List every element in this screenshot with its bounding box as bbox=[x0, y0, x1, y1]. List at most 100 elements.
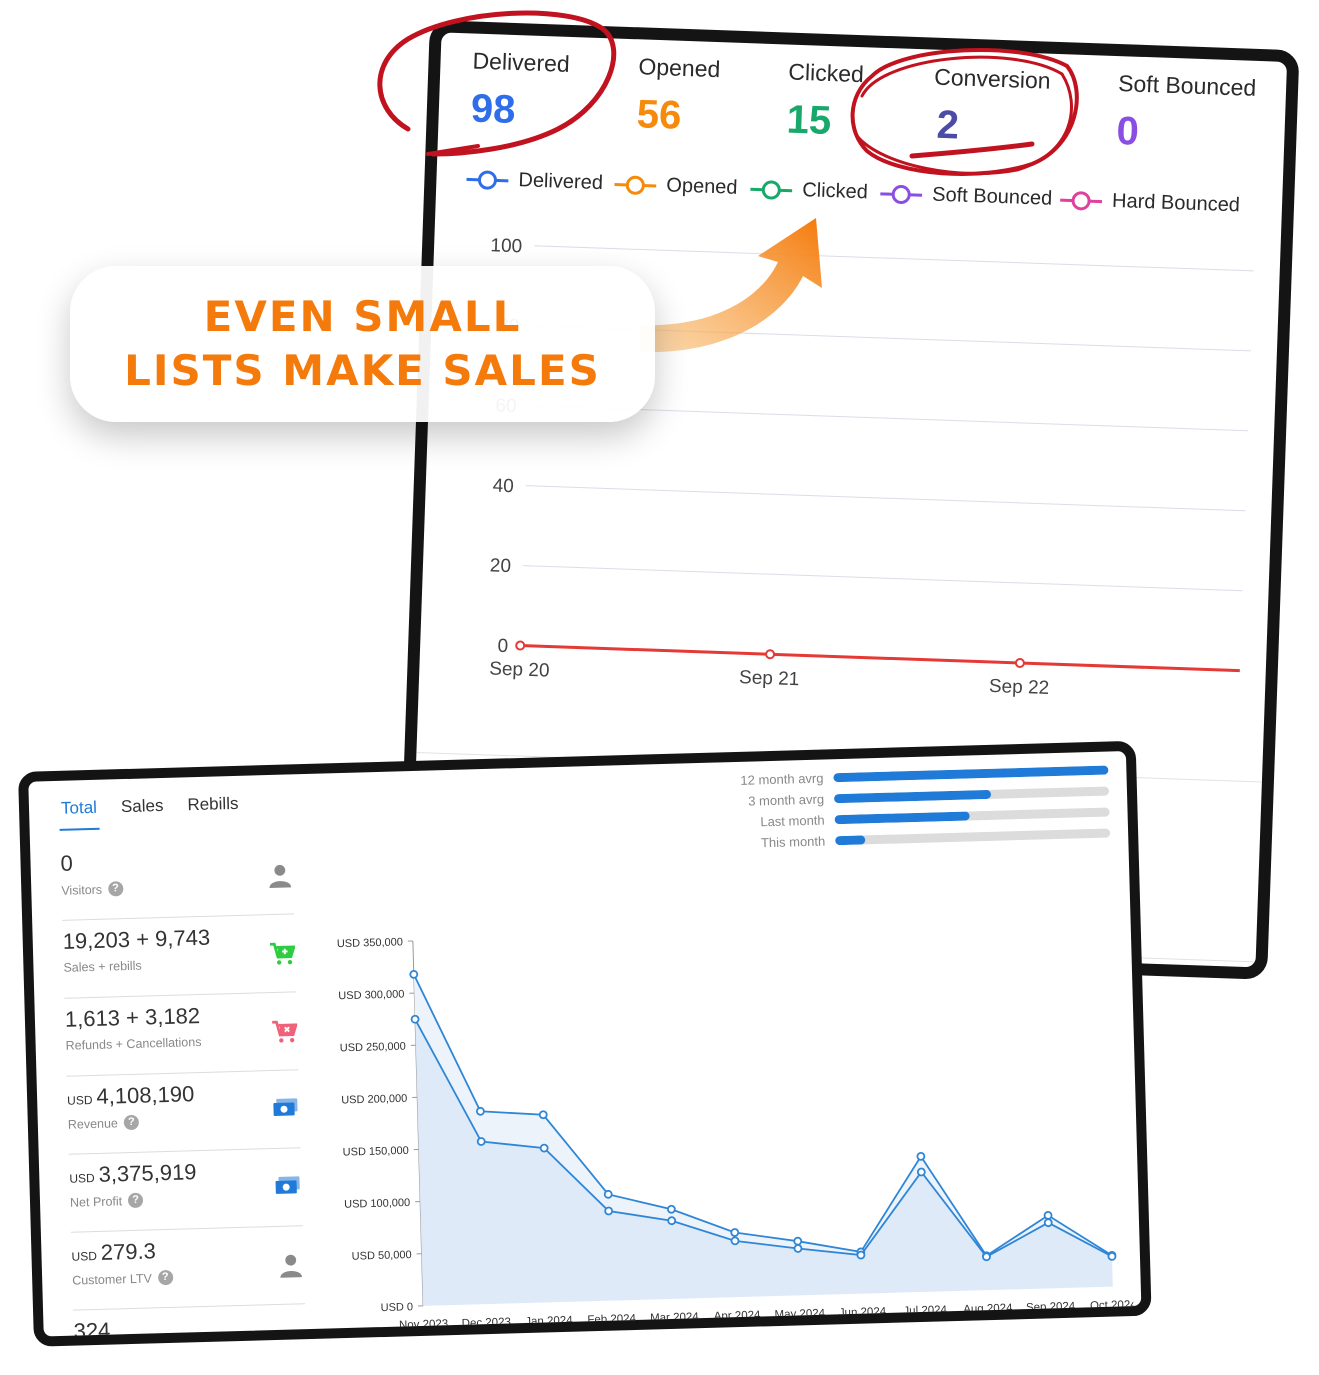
metric-label-text: Customer LTV bbox=[72, 1270, 153, 1288]
y-tick-label: USD 250,000 bbox=[340, 1041, 406, 1055]
stat-label: Conversion bbox=[933, 63, 1052, 94]
data-point bbox=[765, 649, 776, 660]
metric-visitors: 0 Visitors? bbox=[60, 838, 295, 921]
series-line bbox=[520, 644, 1240, 673]
x-tick-label: Mar 2024 bbox=[650, 1311, 700, 1324]
legend-label: Delivered bbox=[518, 169, 604, 195]
y-tick-label: USD 200,000 bbox=[341, 1093, 407, 1107]
x-tick-label: Jun 2024 bbox=[839, 1306, 887, 1319]
data-point bbox=[410, 1014, 420, 1024]
metric-value: 19,203 + 9,743 bbox=[62, 916, 295, 954]
y-tick-label: 20 bbox=[489, 555, 511, 577]
help-icon[interactable]: ? bbox=[123, 1114, 140, 1131]
hand-pointer-icon bbox=[282, 1330, 307, 1347]
metric-value: USD 4,108,190 bbox=[67, 1072, 300, 1110]
x-tick-label: Jan 2024 bbox=[525, 1315, 573, 1328]
tab-sales[interactable]: Sales bbox=[119, 792, 167, 829]
stat-value: 98 bbox=[470, 86, 517, 133]
x-tick-label: Dec 2023 bbox=[462, 1316, 512, 1329]
cart-remove-icon bbox=[271, 1018, 298, 1050]
metric-net-profit: USD 3,375,919 Net Profit? bbox=[68, 1150, 303, 1233]
metric-label: Customer LTV? bbox=[72, 1266, 304, 1287]
metric-sales-rebills: 19,203 + 9,743 Sales + rebills bbox=[62, 916, 297, 999]
data-point bbox=[730, 1228, 740, 1237]
metric-label: Revenue? bbox=[68, 1110, 300, 1131]
data-point bbox=[982, 1252, 991, 1262]
y-tick-label: 40 bbox=[492, 475, 514, 497]
x-tick-label: May 2024 bbox=[774, 1308, 825, 1321]
metric-value: USD 3,375,919 bbox=[69, 1150, 302, 1188]
metric-value: 324 bbox=[73, 1306, 306, 1344]
data-point bbox=[1107, 1252, 1117, 1261]
y-tick-label: 100 bbox=[490, 235, 522, 257]
help-icon[interactable]: ? bbox=[107, 881, 124, 897]
metric-label-text: Sales + rebills bbox=[63, 958, 142, 975]
average-bar-fill bbox=[834, 811, 970, 825]
cart-add-icon bbox=[269, 940, 296, 972]
x-tick-label: Nov 2023 bbox=[399, 1318, 449, 1331]
data-point bbox=[538, 1110, 548, 1120]
data-point bbox=[666, 1204, 676, 1214]
legend-marker-icon bbox=[750, 180, 793, 200]
metrics-list: 0 Visitors? 19,203 + 9,743 Sales + rebills 1… bbox=[60, 838, 308, 1347]
legend-marker-icon bbox=[466, 170, 509, 190]
person-icon bbox=[278, 1252, 305, 1284]
x-tick-label: Sep 22 bbox=[989, 676, 1050, 699]
legend-label: Clicked bbox=[801, 179, 869, 204]
data-point bbox=[916, 1151, 926, 1161]
data-point bbox=[409, 969, 419, 979]
orange-arrow-icon bbox=[640, 218, 822, 353]
metric-label-text: Revenue bbox=[67, 1115, 119, 1132]
average-bar-fill bbox=[833, 789, 991, 804]
data-point bbox=[476, 1137, 486, 1146]
revenue-tabs: Total Sales Rebills bbox=[58, 790, 241, 831]
metric-number: 279.3 bbox=[100, 1238, 157, 1265]
tab-total[interactable]: Total bbox=[58, 793, 100, 831]
stat-conversion[interactable]: Conversion 2 bbox=[932, 64, 1051, 152]
currency-label: USD bbox=[67, 1093, 93, 1108]
stat-clicked[interactable]: Clicked 15 bbox=[786, 59, 864, 146]
data-point bbox=[856, 1250, 866, 1260]
y-tick-label: USD 50,000 bbox=[352, 1249, 412, 1263]
callout-line-2: LISTS MAKE SALES bbox=[124, 346, 601, 395]
data-point bbox=[667, 1216, 677, 1226]
help-icon[interactable]: ? bbox=[127, 1192, 144, 1209]
average-bar-track bbox=[834, 807, 1110, 825]
metric-label: Sales + rebills bbox=[63, 954, 295, 975]
stat-delivered[interactable]: Delivered 98 bbox=[470, 48, 570, 135]
tab-rebills[interactable]: Rebills bbox=[185, 790, 241, 828]
callout-line-1: EVEN SMALL bbox=[203, 292, 522, 341]
legend-item-opened[interactable]: Opened bbox=[614, 173, 738, 200]
x-tick-label: Apr 2024 bbox=[714, 1309, 762, 1322]
legend-marker-icon bbox=[1060, 190, 1103, 210]
metric-value: 1,613 + 3,182 bbox=[64, 994, 297, 1032]
metric-revenue: USD 4,108,190 Revenue? bbox=[66, 1072, 301, 1155]
average-bar-track bbox=[833, 786, 1110, 804]
metric-label: Refunds + Cancellations bbox=[65, 1032, 297, 1053]
data-point bbox=[1043, 1218, 1053, 1228]
data-point bbox=[604, 1206, 614, 1216]
metric-label: Visitors? bbox=[61, 876, 293, 897]
average-bars: 12 month avrg 3 month avrg Last month This … bbox=[678, 760, 1111, 856]
currency-label: USD bbox=[71, 1248, 98, 1264]
legend-item-delivered[interactable]: Delivered bbox=[466, 167, 603, 195]
metric-number: 19,203 + 9,743 bbox=[62, 924, 211, 954]
help-icon[interactable]: ? bbox=[157, 1269, 174, 1286]
stat-opened[interactable]: Opened 56 bbox=[636, 53, 721, 140]
legend-item-hard-bounced[interactable]: Hard Bounced bbox=[1060, 188, 1240, 217]
legend-item-clicked[interactable]: Clicked bbox=[750, 177, 868, 204]
average-bar-label: 3 month avrg bbox=[748, 791, 825, 809]
stat-label: Delivered bbox=[472, 47, 571, 77]
metric-refunds-cancellations: 1,613 + 3,182 Refunds + Cancellations bbox=[64, 994, 299, 1077]
y-tick-label: USD 100,000 bbox=[344, 1197, 410, 1211]
stat-value: 15 bbox=[785, 97, 832, 144]
stat-value: 56 bbox=[636, 92, 683, 138]
stat-soft-bounced[interactable]: Soft Bounced 0 bbox=[1116, 70, 1257, 159]
average-bar-label: 12 month avrg bbox=[740, 770, 824, 788]
legend-item-soft-bounced[interactable]: Soft Bounced bbox=[880, 182, 1053, 211]
stat-label: Soft Bounced bbox=[1117, 70, 1257, 101]
data-point bbox=[515, 640, 526, 651]
metric-number: 0 bbox=[60, 850, 74, 876]
data-point bbox=[730, 1236, 740, 1246]
x-tick-label: Feb 2024 bbox=[587, 1313, 637, 1326]
